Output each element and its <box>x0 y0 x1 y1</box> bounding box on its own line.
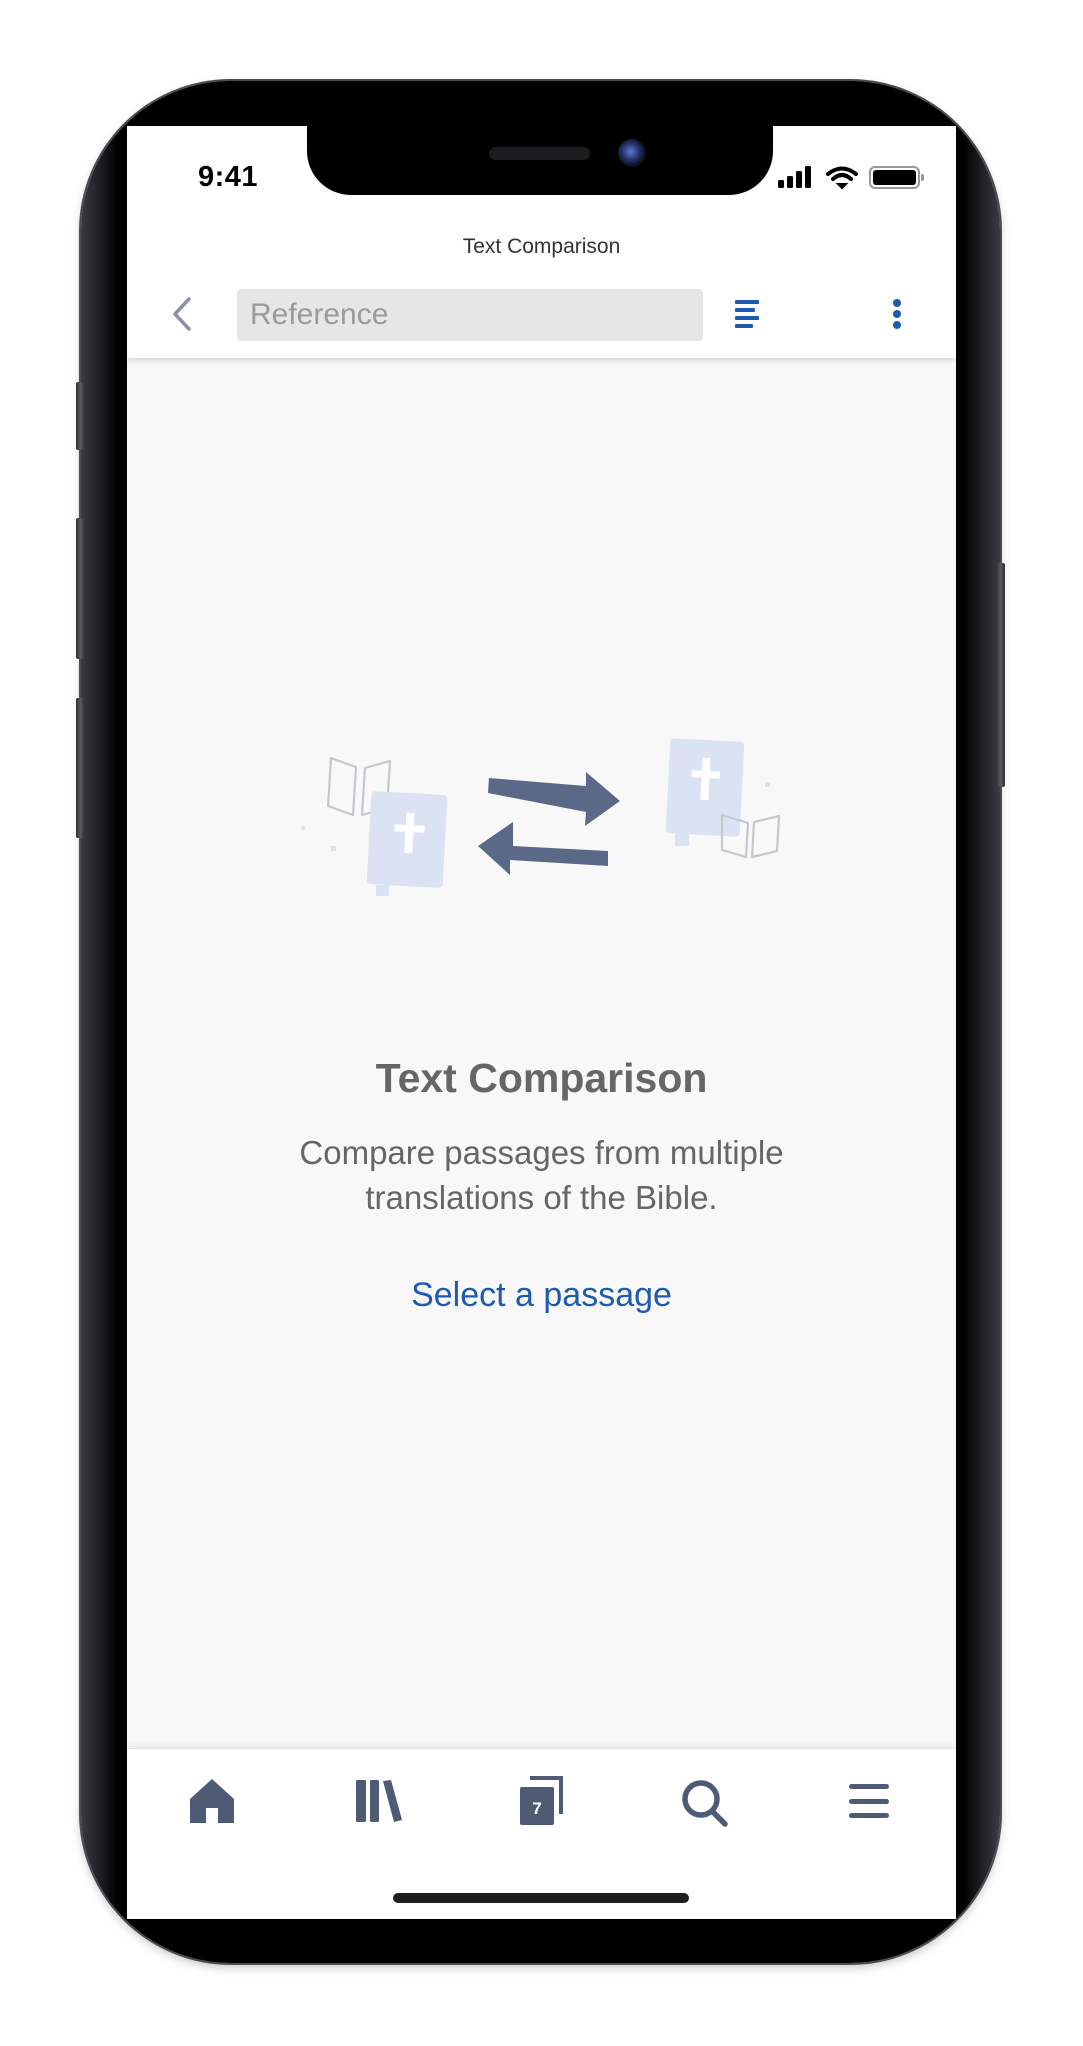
sparkle-dot <box>765 782 770 787</box>
volume-up-button <box>76 518 85 659</box>
select-passage-link[interactable]: Select a passage <box>127 1276 956 1315</box>
header-title: Text Comparison <box>462 235 621 258</box>
description-line: translations of the Bible. <box>365 1179 718 1216</box>
tabs-icon: 7 <box>520 1776 563 1825</box>
front-camera <box>618 139 646 167</box>
text-lines-icon <box>735 300 759 328</box>
speaker-grille <box>489 147 590 160</box>
hamburger-menu-icon <box>849 1784 889 1818</box>
silent-switch <box>76 382 85 450</box>
tab-library[interactable] <box>348 1772 408 1832</box>
bible-icon <box>366 791 448 896</box>
tab-tabs[interactable]: 7 <box>512 1772 572 1832</box>
sparkle-dot <box>300 825 306 831</box>
tabs-count-badge: 7 <box>532 1799 541 1818</box>
tab-search[interactable] <box>675 1772 735 1832</box>
status-time: 9:41 <box>198 161 259 193</box>
swap-arrows-icon <box>478 772 620 875</box>
description-line: Compare passages from multiple <box>299 1134 784 1171</box>
wifi-icon <box>826 166 858 190</box>
power-button <box>996 563 1005 787</box>
search-icon <box>682 1780 728 1827</box>
home-icon <box>190 1779 234 1823</box>
reference-input[interactable] <box>237 289 703 341</box>
tab-home[interactable] <box>182 1772 242 1832</box>
library-icon <box>356 1780 402 1822</box>
chevron-left-icon <box>173 297 191 331</box>
volume-down-button <box>76 698 85 838</box>
empty-state-title: Text Comparison <box>375 1055 708 1101</box>
status-icons <box>778 166 924 190</box>
battery-icon <box>869 166 924 189</box>
bible-icon <box>665 738 745 846</box>
tab-menu[interactable] <box>839 1772 899 1832</box>
sparkle-dot <box>331 846 336 851</box>
empty-state-description: Compare passages from multiple translati… <box>127 1130 956 1220</box>
vertical-dots-icon <box>893 299 901 329</box>
bibles-exchange-illustration <box>300 738 781 896</box>
outline-button[interactable] <box>728 294 766 334</box>
cellular-signal-icon <box>778 166 811 188</box>
screen <box>127 126 956 1917</box>
more-options-button[interactable] <box>880 294 914 334</box>
home-indicator[interactable] <box>393 1893 689 1903</box>
back-button[interactable] <box>165 293 201 335</box>
